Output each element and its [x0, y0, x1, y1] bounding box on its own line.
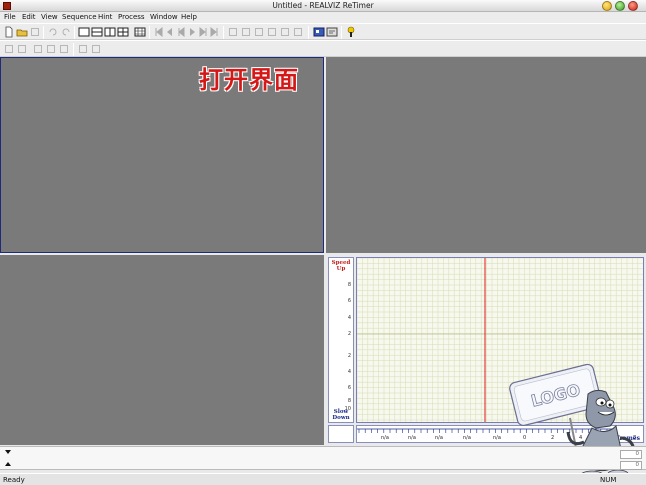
- y-tick-label: 6: [347, 385, 351, 391]
- speed-axis: Speed Up 8 6 4 2 2 4 6 8 10 Slow Down: [328, 257, 354, 423]
- undo-icon[interactable]: [47, 26, 59, 38]
- mode-4-icon[interactable]: [45, 43, 57, 55]
- x-tick-label: n/a: [463, 435, 471, 441]
- timeline-expand-icon[interactable]: [5, 450, 11, 454]
- menu-edit[interactable]: Edit: [22, 13, 36, 21]
- grid-icon[interactable]: [134, 26, 146, 38]
- menu-file[interactable]: File: [4, 13, 16, 21]
- menu-view[interactable]: View: [41, 13, 58, 21]
- ruler-corner: [328, 425, 354, 443]
- mode-6-icon[interactable]: [77, 43, 89, 55]
- y-tick-label: 2: [347, 353, 351, 359]
- toolbar-separator: [308, 26, 309, 39]
- x-tick-label: n/a: [435, 435, 443, 441]
- y-tick-label: 8: [347, 282, 351, 288]
- mode-5-icon[interactable]: [58, 43, 70, 55]
- frame-icon[interactable]: [240, 26, 252, 38]
- title-bar: Untitled - REALVIZ ReTimer: [0, 0, 646, 12]
- key-icon[interactable]: [253, 26, 265, 38]
- layout-quad-icon[interactable]: [117, 26, 129, 38]
- menu-help[interactable]: Help: [181, 13, 197, 21]
- timeline-strip[interactable]: [0, 446, 646, 470]
- camera-icon[interactable]: [279, 26, 291, 38]
- save-icon[interactable]: [29, 26, 41, 38]
- status-text: Ready: [3, 476, 25, 484]
- toolbar-separator: [341, 26, 342, 39]
- layout-two-vertical-icon[interactable]: [91, 26, 103, 38]
- num-lock-indicator: NUM: [600, 476, 617, 484]
- mode-7-icon[interactable]: [90, 43, 102, 55]
- process-icon[interactable]: [313, 26, 325, 38]
- y-tick-label: 4: [347, 369, 351, 375]
- toolbar-separator: [74, 26, 75, 39]
- y-tick-label: 8: [347, 398, 351, 404]
- open-folder-icon[interactable]: [16, 26, 28, 38]
- export-icon[interactable]: [326, 26, 338, 38]
- mode-1-icon[interactable]: [3, 43, 15, 55]
- menu-hint[interactable]: Hint: [98, 13, 112, 21]
- toolbar-separator: [223, 26, 224, 39]
- x-tick-label: n/a: [408, 435, 416, 441]
- status-bar: Ready NUM: [0, 473, 646, 485]
- help-icon[interactable]: [345, 26, 357, 38]
- redo-icon[interactable]: [60, 26, 72, 38]
- x-tick-label: n/a: [381, 435, 389, 441]
- marker-icon[interactable]: [292, 26, 304, 38]
- layout-two-horizontal-icon[interactable]: [104, 26, 116, 38]
- close-button[interactable]: [628, 1, 638, 11]
- y-tick-label: 2: [347, 331, 351, 337]
- toolbar-separator: [73, 43, 74, 56]
- timeline-collapse-icon[interactable]: [5, 462, 11, 466]
- y-tick-label: 4: [347, 315, 351, 321]
- go-end-icon[interactable]: [208, 26, 220, 38]
- new-file-icon[interactable]: [3, 26, 15, 38]
- speed-up-label: Speed Up: [329, 260, 353, 272]
- overlay-caption: 打开界面: [199, 66, 299, 94]
- maximize-button[interactable]: [615, 1, 625, 11]
- y-tick-label: 6: [347, 298, 351, 304]
- ruler-icon[interactable]: [227, 26, 239, 38]
- layout-single-icon[interactable]: [78, 26, 90, 38]
- mode-2-icon[interactable]: [16, 43, 28, 55]
- menu-process[interactable]: Process: [118, 13, 145, 21]
- slow-down-label: Slow Down: [329, 409, 353, 421]
- main-toolbar: [0, 23, 646, 40]
- start-frame-field[interactable]: 0: [620, 450, 642, 459]
- slow-down-label-line2: Down: [332, 415, 350, 421]
- minimize-button[interactable]: [602, 1, 612, 11]
- menu-bar: File Edit View Sequence Hint Process Win…: [0, 12, 646, 23]
- viewport-bottom-left[interactable]: [0, 255, 324, 445]
- toolbar-separator: [149, 26, 150, 39]
- menu-sequence[interactable]: Sequence: [62, 13, 97, 21]
- window-title: Untitled - REALVIZ ReTimer: [272, 1, 374, 10]
- split-icon[interactable]: [266, 26, 278, 38]
- speed-up-label-line2: Up: [336, 266, 346, 272]
- mode-3-icon[interactable]: [32, 43, 44, 55]
- secondary-toolbar: [0, 40, 646, 57]
- end-frame-field[interactable]: 0: [620, 461, 642, 470]
- menu-window[interactable]: Window: [150, 13, 178, 21]
- viewport-top-right[interactable]: [326, 57, 646, 253]
- toolbar-separator: [43, 26, 44, 39]
